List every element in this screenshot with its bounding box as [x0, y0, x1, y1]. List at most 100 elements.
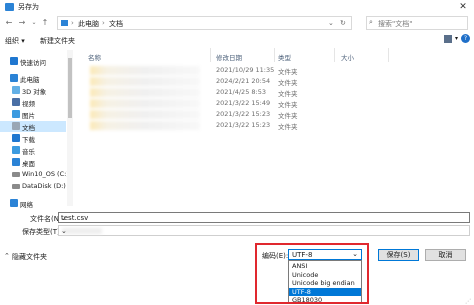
computer-icon [61, 20, 68, 26]
sidebar-item-3d-objects[interactable]: 3D 对象 [0, 85, 66, 96]
resize-grip-icon[interactable]: ⋰ [465, 298, 471, 305]
computer-icon [10, 74, 18, 82]
sidebar-item-label: 网络 [20, 201, 33, 209]
file-row[interactable]: 2024/2/21 20:54 文件夹 [78, 76, 470, 87]
sidebar-item-label: 此电脑 [20, 76, 40, 84]
navigation-bar: ← → ⌄ ↑ › 此电脑 › 文档 ⌄ ↻ ⌕ 搜索"文档" [0, 14, 474, 32]
drive-icon [12, 172, 20, 177]
sidebar-item-pictures[interactable]: 图片 [0, 109, 66, 120]
address-bar[interactable]: › 此电脑 › 文档 ⌄ ↻ [57, 16, 352, 30]
sidebar-item-label: 音乐 [22, 148, 35, 156]
file-type: 文件夹 [278, 112, 298, 120]
sidebar-item-desktop[interactable]: 桌面 [0, 157, 66, 168]
file-date: 2021/3/22 15:49 [216, 99, 271, 107]
blurred-name [90, 66, 200, 75]
chevron-down-icon[interactable]: ⌄ [61, 227, 467, 235]
sidebar-item-label: DataDisk (D:) [22, 182, 66, 190]
refresh-icon[interactable]: ↻ [340, 19, 346, 27]
sidebar-item-drive-c[interactable]: Win10_OS (C:) [0, 169, 69, 180]
file-row[interactable]: 2021/3/22 15:23 文件夹 [78, 120, 470, 131]
back-arrow-icon[interactable]: ← [4, 17, 14, 29]
filename-field[interactable]: test.csv ⌄ [58, 212, 470, 223]
blurred-name [90, 88, 200, 97]
sidebar-item-this-pc[interactable]: 此电脑 [0, 73, 66, 84]
title-bar: 另存为 ✕ [0, 0, 474, 14]
sidebar-item-label: 视频 [22, 100, 35, 108]
video-icon [12, 98, 20, 106]
blurred-name [90, 110, 200, 119]
recent-chevron-icon[interactable]: ⌄ [29, 17, 39, 29]
file-list: 名称 修改日期 类型 大小 2021/10/29 11:35 文件夹 2024/… [78, 48, 474, 208]
sidebar-item-label: 下载 [22, 136, 35, 144]
up-arrow-icon[interactable]: ↑ [40, 17, 50, 29]
sidebar-item-label: Win10_OS (C:) [22, 170, 69, 178]
toolbar: 组织 ▾ 新建文件夹 ▾ ? [0, 32, 474, 48]
chevron-down-icon[interactable]: ⌄ [61, 214, 467, 222]
star-icon [10, 57, 18, 65]
view-options-icon[interactable] [444, 35, 452, 43]
column-header-date[interactable]: 修改日期 [216, 52, 242, 62]
breadcrumb-separator-icon: › [71, 19, 74, 27]
file-date: 2021/3/22 15:23 [216, 110, 271, 118]
view-dropdown-icon[interactable]: ▾ [455, 35, 458, 42]
help-icon[interactable]: ? [461, 34, 470, 43]
search-input[interactable]: ⌕ 搜索"文档" [366, 16, 468, 30]
picture-icon [12, 110, 20, 118]
file-type: 文件夹 [278, 101, 298, 109]
column-divider [388, 48, 389, 62]
sidebar-item-label: 图片 [22, 112, 35, 120]
breadcrumb-documents[interactable]: 文档 [109, 19, 123, 29]
column-header-size[interactable]: 大小 [341, 52, 354, 62]
new-folder-button[interactable]: 新建文件夹 [40, 36, 75, 46]
hide-folders-toggle[interactable]: 隐藏文件夹 [12, 252, 47, 262]
drive-icon [12, 184, 20, 189]
sidebar-item-videos[interactable]: 视频 [0, 97, 66, 108]
save-button[interactable]: 保存(S) [378, 249, 419, 261]
sidebar-item-label: 快速访问 [20, 59, 46, 67]
organize-menu[interactable]: 组织 ▾ [5, 36, 25, 46]
file-date: 2021/10/29 11:35 [216, 66, 275, 74]
cube-icon [12, 86, 20, 94]
sidebar-item-network[interactable]: 网络 [0, 198, 66, 209]
sidebar-item-music[interactable]: 音乐 [0, 145, 66, 156]
file-type: 文件夹 [278, 123, 298, 131]
blurred-name [90, 77, 200, 86]
cancel-button[interactable]: 取消 [425, 249, 466, 261]
close-icon[interactable]: ✕ [456, 0, 470, 14]
column-divider [334, 48, 335, 62]
desktop-icon [12, 158, 20, 166]
app-icon [5, 3, 14, 11]
sidebar-item-label: 文档 [22, 124, 35, 132]
file-type: 文件夹 [278, 68, 298, 76]
sidebar-item-quick-access[interactable]: 快速访问 [0, 56, 66, 67]
sidebar-item-label: 3D 对象 [22, 88, 47, 96]
window-title: 另存为 [18, 3, 39, 11]
highlight-box [255, 243, 369, 304]
column-header-name[interactable]: 名称 [88, 52, 101, 62]
sidebar-item-downloads[interactable]: 下载 [0, 133, 66, 144]
filetype-label: 保存类型(T): [22, 228, 63, 236]
file-row[interactable]: 2021/10/29 11:35 文件夹 [78, 65, 470, 76]
file-date: 2024/2/21 20:54 [216, 77, 271, 85]
breadcrumb-separator-icon: › [102, 19, 105, 27]
column-header-type[interactable]: 类型 [278, 52, 291, 62]
file-date: 2021/3/22 15:23 [216, 121, 271, 129]
download-icon [12, 134, 20, 142]
file-row[interactable]: 2021/3/22 15:49 文件夹 [78, 98, 470, 109]
chevron-up-icon[interactable]: ⌃ [4, 252, 10, 260]
sidebar-item-documents[interactable]: 文档 [0, 121, 66, 132]
file-type: 文件夹 [278, 90, 298, 98]
search-icon: ⌕ [369, 18, 373, 26]
breadcrumb-this-pc[interactable]: 此电脑 [78, 19, 99, 29]
filetype-select[interactable]: ⌄ [58, 225, 470, 236]
sidebar-item-drive-d[interactable]: DataDisk (D:) [0, 181, 66, 192]
column-divider [210, 48, 211, 62]
document-icon [12, 122, 20, 130]
forward-arrow-icon[interactable]: → [17, 17, 27, 29]
address-dropdown-icon[interactable]: ⌄ [328, 19, 334, 27]
file-row[interactable]: 2021/3/22 15:23 文件夹 [78, 109, 470, 120]
search-placeholder: 搜索"文档" [378, 20, 413, 28]
file-row[interactable]: 2021/4/25 8:53 文件夹 [78, 87, 470, 98]
sidebar-item-label: 桌面 [22, 160, 35, 168]
sidebar-scrollbar-thumb[interactable] [68, 58, 72, 118]
